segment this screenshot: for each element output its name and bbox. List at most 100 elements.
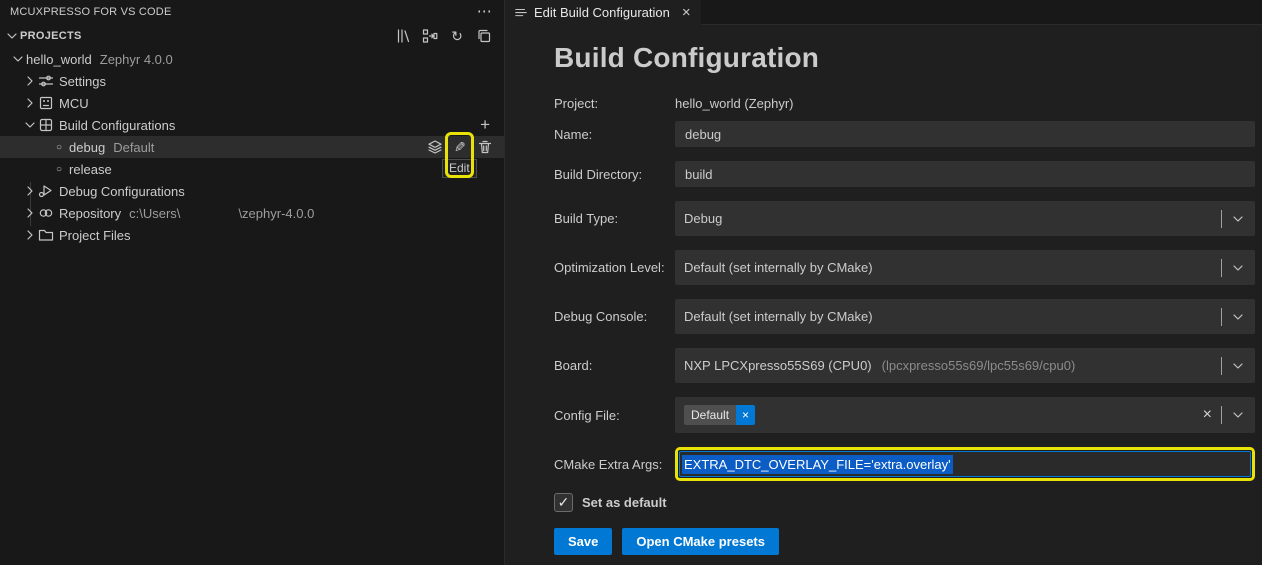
chevron-down-icon[interactable] xyxy=(10,51,26,67)
build-configurations-icon xyxy=(38,117,54,133)
board-value: NXP LPCXpresso55S69 (CPU0) xyxy=(684,358,872,373)
refresh-icon[interactable]: ↻ xyxy=(449,28,465,44)
field-label: Debug Console: xyxy=(554,309,648,324)
tree-item-label: Settings xyxy=(59,73,106,89)
build-type-select[interactable]: Debug xyxy=(675,201,1255,236)
chip-close-icon[interactable]: × xyxy=(736,405,756,425)
settings-sliders-icon xyxy=(38,73,54,89)
field-project: Project: hello_world (Zephyr) xyxy=(554,93,1255,113)
field-label: Project: xyxy=(554,95,599,111)
field-build-directory: Build Directory: build xyxy=(554,161,1255,187)
tree-item-label: Debug Configurations xyxy=(59,183,185,199)
pencil-icon[interactable]: ✎ xyxy=(454,139,466,156)
sidebar-titlebar: MCUXPRESSO FOR VS CODE ⋯ xyxy=(0,0,504,24)
chip-label: Default xyxy=(684,405,737,425)
tab-title: Edit Build Configuration xyxy=(534,5,670,20)
select-divider xyxy=(1221,406,1222,424)
set-as-default-row: ✓ Set as default xyxy=(554,493,1255,512)
field-label: CMake Extra Args: xyxy=(554,456,663,472)
cmake-extra-args-input[interactable]: EXTRA_DTC_OVERLAY_FILE='extra.overlay' xyxy=(679,451,1251,477)
config-name: debug xyxy=(69,139,106,155)
chevron-down-icon[interactable] xyxy=(22,117,38,133)
tree-item-debug-config[interactable]: ○ debug Default ✎ Edit xyxy=(0,132,504,178)
projects-section-header[interactable]: PROJECTS ↻ xyxy=(0,24,504,48)
config-bullet-icon: ○ xyxy=(56,163,63,175)
copy-icon[interactable] xyxy=(476,28,492,44)
build-directory-input[interactable]: build xyxy=(675,161,1255,187)
mcu-chip-icon xyxy=(38,95,54,111)
select-divider xyxy=(1221,258,1222,277)
chevron-down-icon[interactable] xyxy=(1229,210,1247,228)
chevron-down-icon[interactable] xyxy=(1229,308,1247,326)
close-icon[interactable]: × xyxy=(682,5,691,20)
project-name: hello_world xyxy=(26,51,92,67)
tree-item-repository[interactable]: Repository c:\Users\ \zephyr-4.0.0 xyxy=(0,202,504,224)
chevron-down-icon[interactable] xyxy=(1229,357,1247,375)
project-value: hello_world (Zephyr) xyxy=(675,95,794,111)
trash-icon[interactable] xyxy=(476,138,494,156)
field-debug-console: Debug Console: Default (set internally b… xyxy=(554,299,1255,334)
field-label: Name: xyxy=(554,126,593,142)
sidebar: MCUXPRESSO FOR VS CODE ⋯ PROJECTS ↻ hell… xyxy=(0,0,505,565)
field-optimization-level: Optimization Level: Default (set interna… xyxy=(554,250,1255,285)
tree-item-debug-configurations[interactable]: Debug Configurations xyxy=(0,180,504,202)
config-name: release xyxy=(69,161,112,177)
tree-item-settings[interactable]: Settings xyxy=(0,70,504,92)
page-title: Build Configuration xyxy=(554,42,820,73)
chevron-down-icon[interactable] xyxy=(1229,406,1247,424)
tree-item-project-files[interactable]: Project Files xyxy=(0,224,504,246)
save-button[interactable]: Save xyxy=(554,528,613,555)
import-examples-icon[interactable] xyxy=(395,28,411,44)
tree-item-release-config[interactable]: ○ release xyxy=(0,158,504,180)
tree-item-mcu[interactable]: MCU xyxy=(0,92,504,114)
field-label: Build Directory: xyxy=(554,166,643,182)
build-type-value: Debug xyxy=(684,211,723,226)
projects-toolbar: ↻ xyxy=(395,28,492,44)
projects-section-label: PROJECTS xyxy=(20,30,82,42)
field-label: Optimization Level: xyxy=(554,260,665,275)
folder-icon xyxy=(38,227,54,243)
set-as-default-label: Set as default xyxy=(582,495,667,510)
set-as-default-checkbox[interactable]: ✓ xyxy=(554,493,573,512)
debug-console-select[interactable]: Default (set internally by CMake) xyxy=(675,299,1255,334)
form-actions: Save Open CMake presets xyxy=(554,528,1255,555)
edit-tooltip: Edit xyxy=(442,159,477,178)
more-actions-icon[interactable]: ⋯ xyxy=(477,4,492,19)
chevron-right-icon[interactable] xyxy=(22,95,38,111)
board-identifier: (lpcxpresso55s69/lpc55s69/cpu0) xyxy=(881,358,1076,373)
chevron-down-icon[interactable] xyxy=(4,28,20,44)
chevron-down-icon[interactable] xyxy=(1229,259,1247,277)
debug-configurations-icon xyxy=(38,183,54,199)
clear-all-icon[interactable]: × xyxy=(1201,407,1214,423)
select-divider xyxy=(1221,307,1222,326)
select-divider xyxy=(1221,356,1222,375)
field-build-type: Build Type: Debug xyxy=(554,201,1255,236)
chevron-right-icon[interactable] xyxy=(22,183,38,199)
tree-item-project[interactable]: hello_world Zephyr 4.0.0 xyxy=(0,48,504,70)
chevron-right-icon[interactable] xyxy=(22,227,38,243)
optimization-level-select[interactable]: Default (set internally by CMake) xyxy=(675,250,1255,285)
chevron-right-icon[interactable] xyxy=(22,73,38,89)
chevron-right-icon[interactable] xyxy=(22,205,38,221)
check-icon: ✓ xyxy=(557,494,570,510)
select-divider xyxy=(1221,209,1222,228)
repository-path-suffix: \zephyr-4.0.0 xyxy=(238,205,315,221)
sidebar-title: MCUXPRESSO FOR VS CODE xyxy=(10,6,172,18)
tab-edit-build-configuration[interactable]: Edit Build Configuration × xyxy=(505,0,701,25)
config-file-multiselect[interactable]: Default × × xyxy=(675,397,1255,433)
import-project-icon[interactable] xyxy=(422,28,438,44)
add-build-configuration-icon[interactable]: + xyxy=(480,114,490,136)
layers-icon[interactable] xyxy=(426,138,444,156)
config-default-badge: Default xyxy=(113,139,155,155)
board-select[interactable]: NXP LPCXpresso55S69 (CPU0) (lpcxpresso55… xyxy=(675,348,1255,383)
tree-item-label: MCU xyxy=(59,95,89,111)
build-directory-input-value: build xyxy=(685,166,713,182)
edit-config-button[interactable]: ✎ Edit xyxy=(442,132,477,178)
open-cmake-presets-button[interactable]: Open CMake presets xyxy=(622,528,779,555)
debug-console-value: Default (set internally by CMake) xyxy=(684,309,873,324)
repository-link-icon xyxy=(38,205,54,221)
optimization-level-value: Default (set internally by CMake) xyxy=(684,260,873,275)
tree-item-build-configurations[interactable]: Build Configurations + xyxy=(0,114,504,136)
name-input[interactable]: debug xyxy=(675,121,1255,147)
name-input-value: debug xyxy=(685,126,722,142)
